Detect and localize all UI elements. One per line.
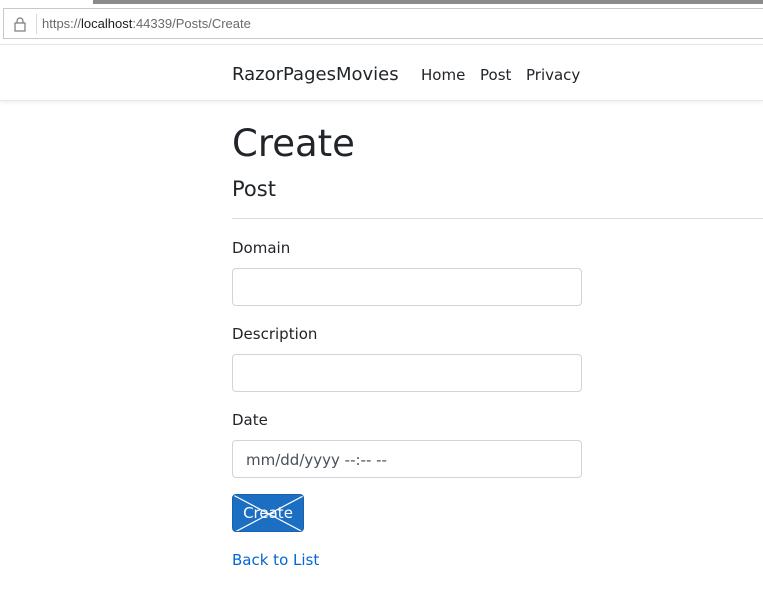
create-button[interactable]: Create [232,494,304,532]
description-input[interactable] [232,354,582,392]
domain-input[interactable] [232,268,582,306]
create-button-label: Create [243,504,293,522]
date-label: Date [232,411,268,429]
nav-link-post[interactable]: Post [480,66,511,84]
url-host: localhost [81,16,133,31]
url-prefix: https:// [42,16,82,31]
address-bar[interactable]: https://localhost:44339/Posts/Create [3,8,763,39]
url-text[interactable]: https://localhost:44339/Posts/Create [42,16,251,31]
url-path: :44339/Posts/Create [132,16,251,31]
page-subtitle: Post [232,177,276,201]
domain-label: Domain [232,239,291,257]
navbar-brand[interactable]: RazorPagesMovies [232,64,399,85]
page-title: Create [232,122,355,165]
back-to-list-link[interactable]: Back to List [232,551,319,569]
description-label: Description [232,325,318,343]
nav-link-home[interactable]: Home [421,66,465,84]
browser-top-strip [93,0,763,4]
address-separator [36,14,37,34]
date-input[interactable]: mm/dd/yyyy --:-- -- [232,440,582,478]
lock-icon [14,17,26,32]
date-input-value: mm/dd/yyyy --:-- -- [246,451,387,469]
divider [232,218,763,219]
nav-link-privacy[interactable]: Privacy [526,66,580,84]
navbar: RazorPagesMovies Home Post Privacy [0,44,763,101]
